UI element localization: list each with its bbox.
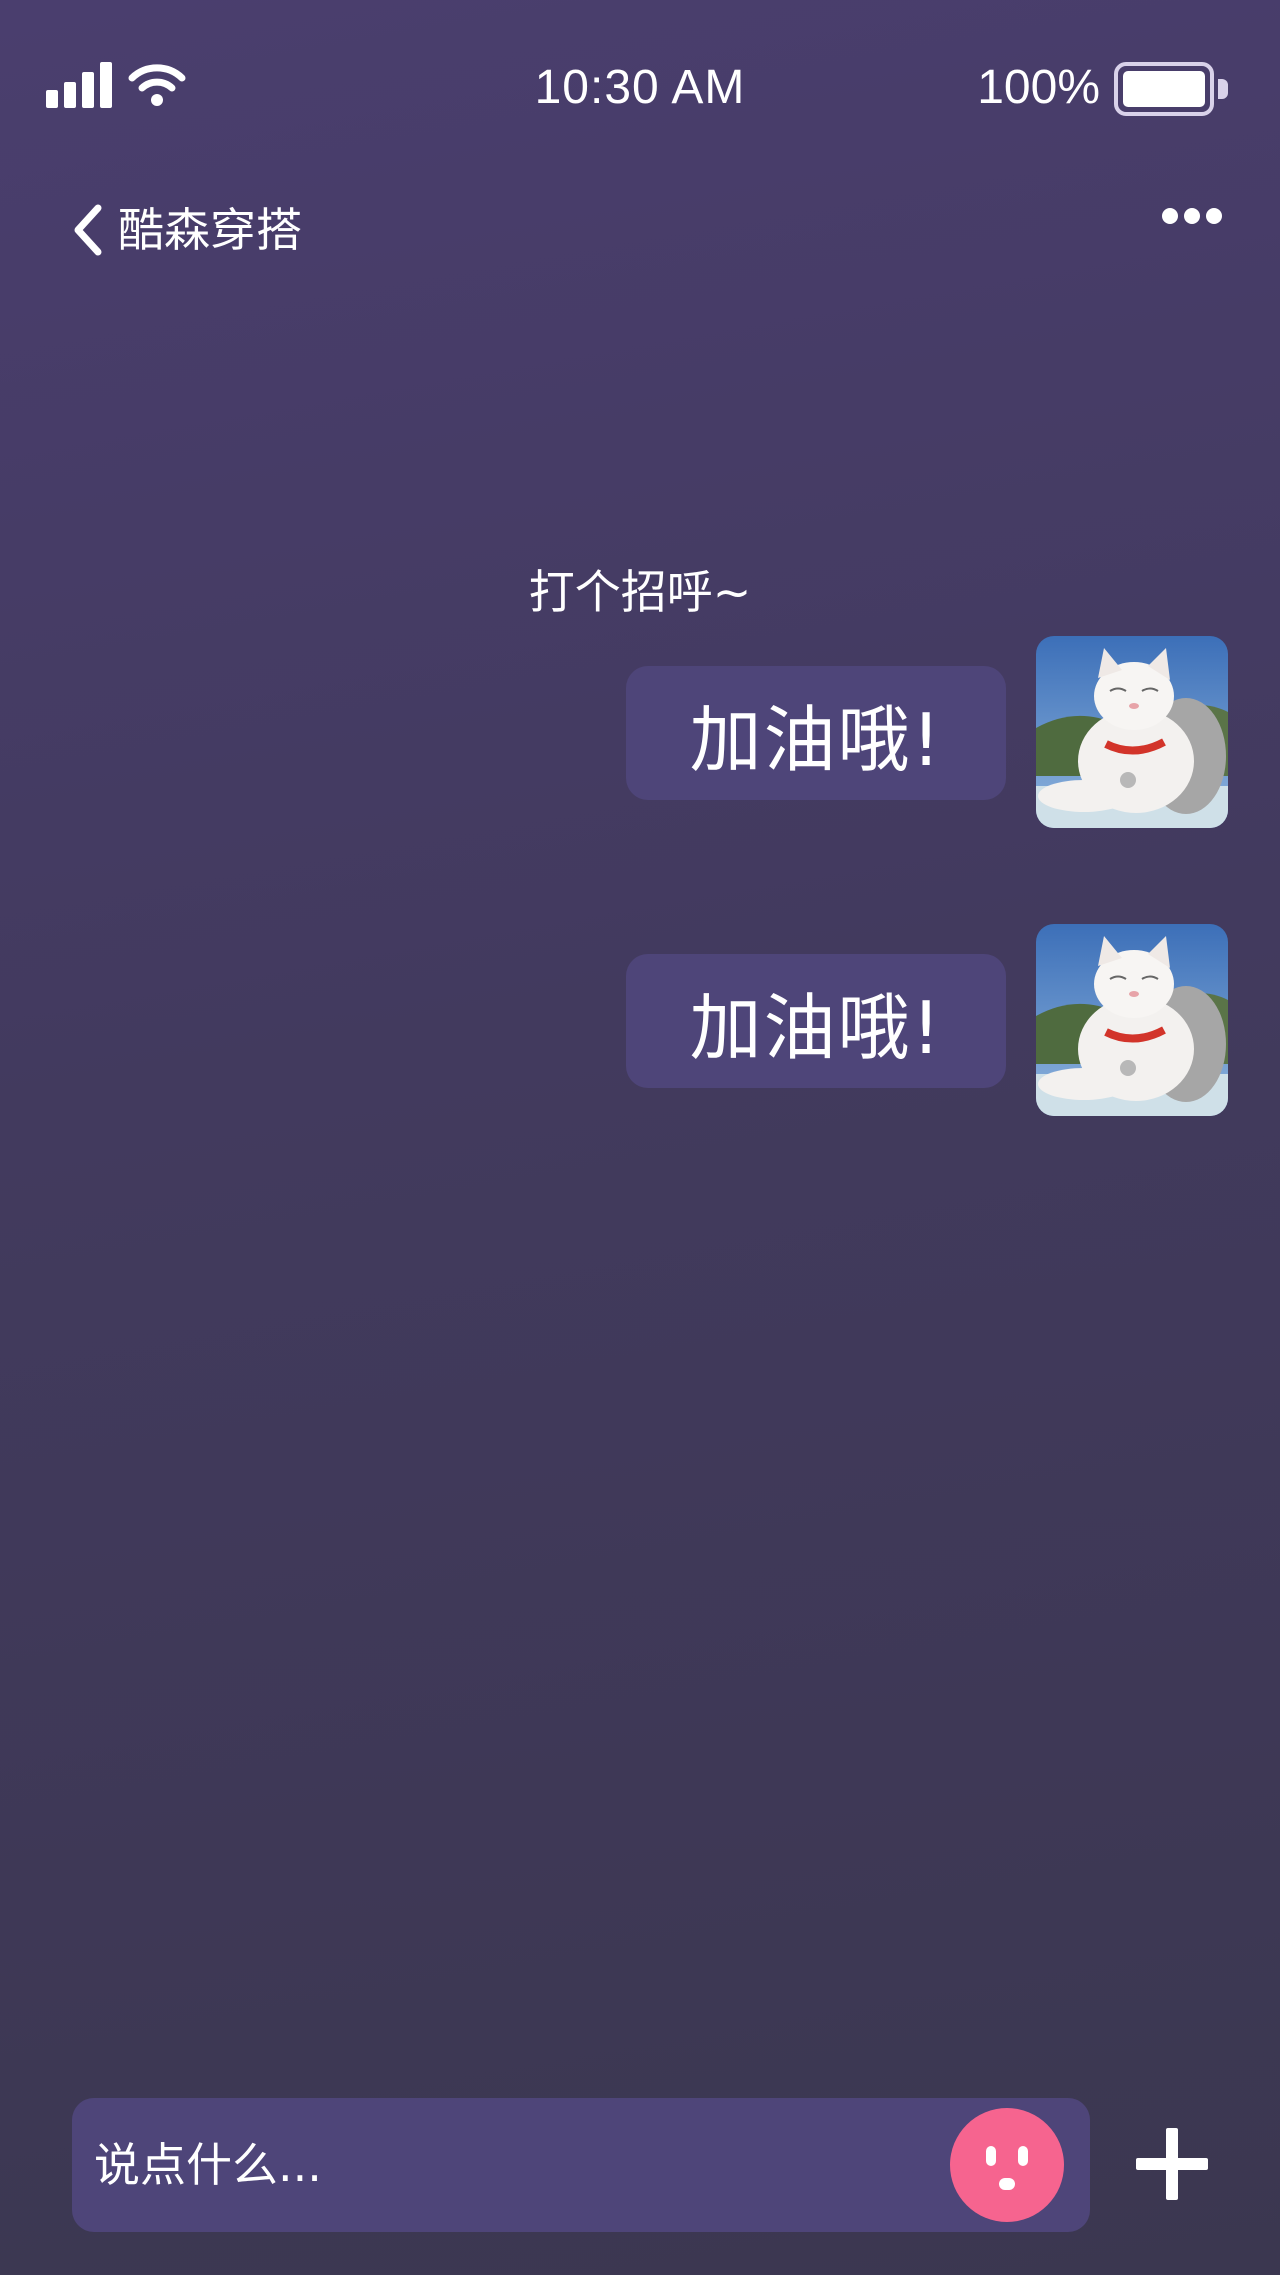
chevron-left-icon	[74, 204, 102, 256]
message-bubble[interactable]: 加油哦!	[626, 666, 1006, 800]
plus-icon[interactable]	[1132, 2124, 1212, 2204]
cat-avatar[interactable]	[1036, 636, 1228, 828]
message-row: 加油哦!	[0, 924, 1280, 1116]
message-input[interactable]	[94, 2098, 994, 2232]
chat-title: 酷森穿搭	[118, 203, 302, 257]
message-bubble[interactable]: 加油哦!	[626, 954, 1006, 1088]
input-bar	[72, 2098, 1090, 2232]
cat-avatar[interactable]	[1036, 924, 1228, 1116]
status-bar: 10:30 AM 100%	[0, 0, 1280, 180]
battery-icon	[1114, 62, 1234, 118]
more-dots-icon[interactable]	[1160, 200, 1224, 232]
battery-percentage: 100%	[977, 61, 1100, 114]
back-button[interactable]: 酷森穿搭	[68, 200, 302, 260]
greeting-text: 打个招呼~	[528, 565, 752, 619]
emoji-face-icon[interactable]	[950, 2108, 1064, 2222]
battery-fill	[1123, 71, 1205, 107]
message-row: 加油哦!	[0, 636, 1280, 828]
